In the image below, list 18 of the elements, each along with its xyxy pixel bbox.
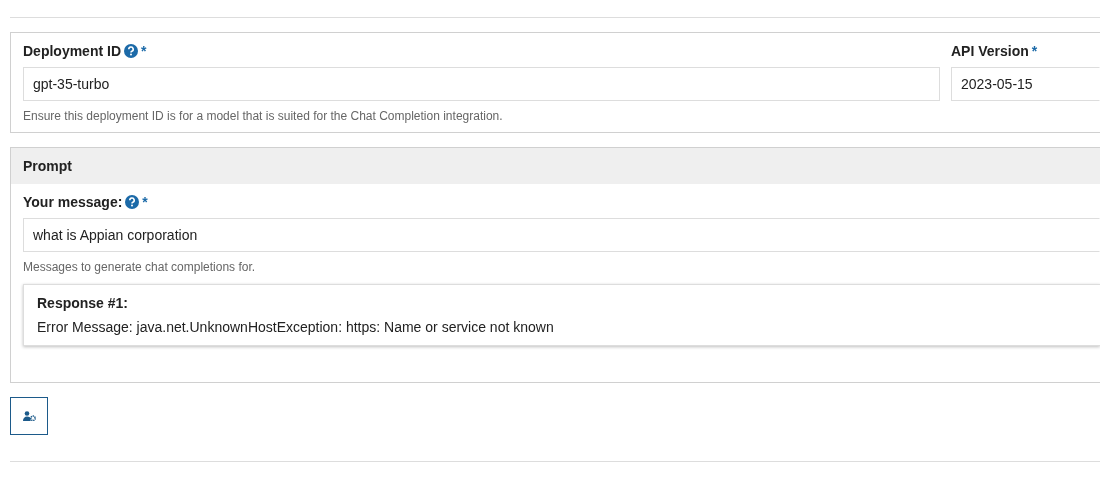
help-icon[interactable]	[124, 44, 138, 58]
required-mark: *	[142, 194, 148, 210]
field-instructions: Messages to generate chat completions for.	[23, 260, 257, 274]
field-label: API Version	[951, 43, 1029, 59]
field-label: Your message:	[23, 194, 123, 210]
help-icon[interactable]	[125, 195, 140, 209]
section-title: Prompt	[11, 148, 1100, 184]
user-settings-button[interactable]	[10, 397, 48, 435]
api-version-field[interactable]: 2023-05-15	[951, 67, 1100, 101]
message-field[interactable]: what is Appian corporation	[23, 218, 1100, 252]
field-instructions: Ensure this deployment ID is for a model that is suited for the Chat Completion integration.	[23, 109, 503, 123]
user-gear-icon	[22, 411, 36, 421]
deployment-id-field[interactable]: gpt-35-turbo	[23, 67, 940, 101]
required-mark: *	[141, 43, 147, 59]
required-mark: *	[1031, 43, 1038, 59]
response-text: Error Message: java.net.UnknownHostException: https: Name or service not known	[37, 319, 555, 335]
response-title: Response #1:	[37, 295, 130, 311]
field-label: Deployment ID	[23, 43, 121, 59]
